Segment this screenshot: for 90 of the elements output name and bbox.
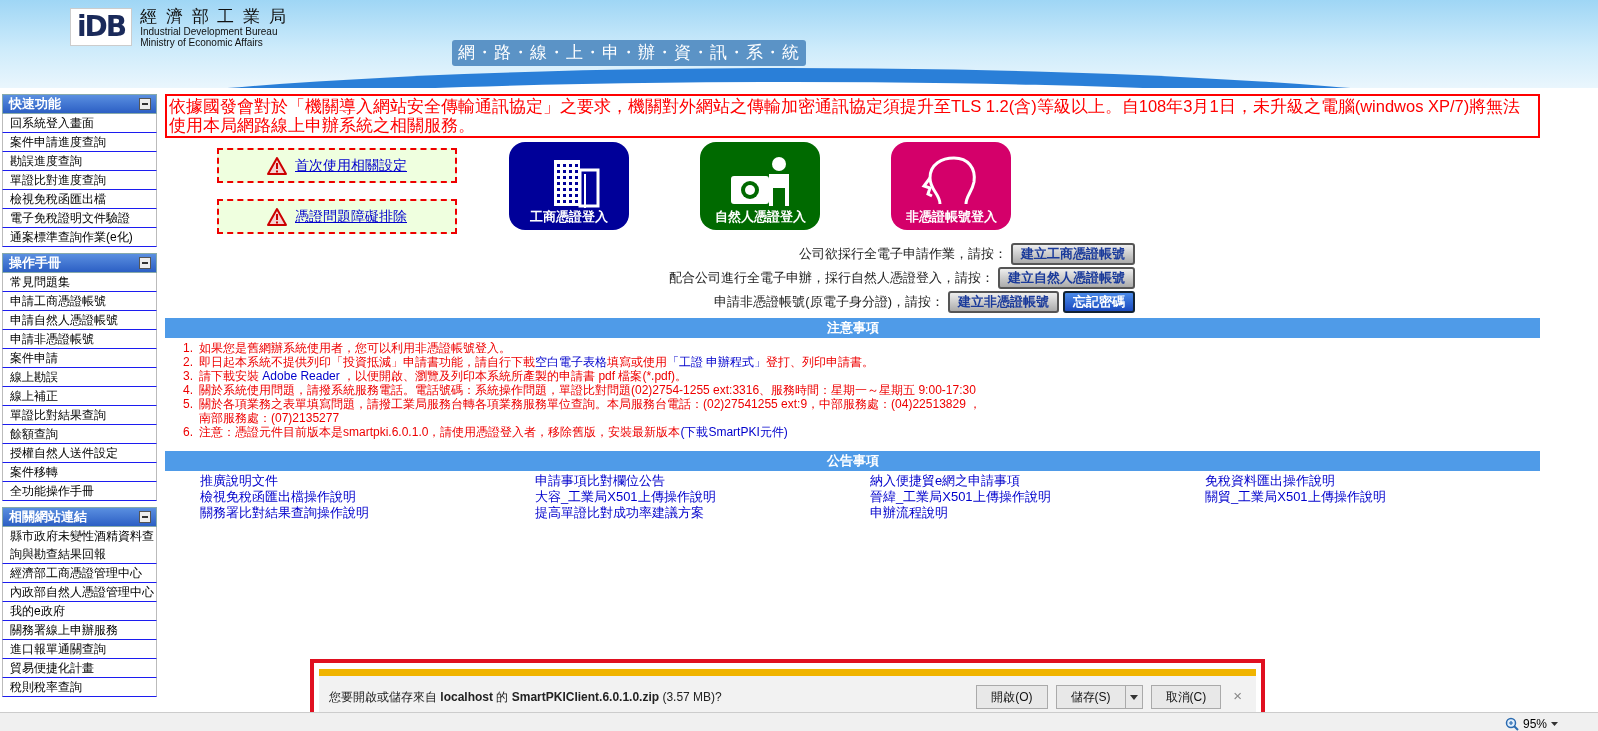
sidebar-link[interactable]: 申請自然人憑證帳號 (2, 311, 157, 330)
sidebar-link[interactable]: 線上勘誤 (2, 368, 157, 387)
prompt-text: 配合公司進行全電子申辦，採行自然人憑證登入，請按： (669, 269, 994, 288)
sidebar-link[interactable]: 餘額查詢 (2, 425, 157, 444)
prompt-text: 公司欲採行全電子申請作業，請按： (799, 245, 1007, 264)
sidebar-link[interactable]: 授權自然人送件設定 (2, 444, 157, 463)
notice-text: 依據國發會對於「機關導入網站安全傳輸通訊協定」之要求，機關對外網站之傳輸加密通訊協定須提升至TLS 1.2(含)等級以上。自108年3月1日，未升級之電腦(windwos XP/7)將無法使用本局網路線上申辦系統之相關服務。 (165, 94, 1540, 138)
note-text: 如果您是舊網辦系統使用者，您可以利用非憑證帳號登入。 (199, 341, 511, 355)
announcement-link[interactable]: 推廣說明文件 (200, 473, 535, 489)
warning-icon (267, 207, 287, 226)
note-text: 請下載安裝 Adobe Reader ，以便開啟、瀏覽及列印本系統所產製的申請書 pdf 檔案(*.pdf)。 (199, 369, 688, 383)
sidebar-link[interactable]: 常見問題集 (2, 273, 157, 292)
note-text: 即日起本系統不提供列印「投資抵減」申請書功能，請自行下載空白電子表格填寫或使用「工證 申辦程式」登打、列印申請書。 (199, 355, 875, 369)
announcement-link[interactable]: 申辦流程說明 (870, 505, 1205, 521)
sidebar-link[interactable]: 案件申請 (2, 349, 157, 368)
caret-icon (1129, 694, 1138, 700)
list-number: 5. (183, 397, 193, 413)
section-title-bar: 公告事項 (165, 451, 1540, 471)
section-title: 相關網站連結 (9, 508, 87, 526)
section-title: 操作手冊 (9, 254, 61, 272)
sidebar-link[interactable]: 單證比對結果查詢 (2, 406, 157, 425)
section-title: 快速功能 (9, 95, 61, 113)
collapse-icon[interactable] (139, 257, 151, 269)
sidebar-link[interactable]: 關務署線上申辦服務 (2, 621, 157, 640)
announcement-link[interactable]: 關貿_工業局X501上傳操作說明 (1205, 489, 1540, 505)
download-action-button[interactable]: 取消(C) (1150, 684, 1222, 709)
download-message: 您要開啟或儲存來自 localhost 的 SmartPKIClient.6.0.1.0.zip (3.57 MB)? (329, 688, 723, 706)
help-link[interactable]: 首次使用相關設定 (217, 148, 457, 183)
list-number: 4. (183, 383, 193, 397)
account-button[interactable]: 建立非憑證帳號 (948, 291, 1059, 313)
sidebar-link[interactable]: 進口報單通關查詢 (2, 640, 157, 659)
sidebar-link[interactable]: 內政部自然人憑證管理中心 (2, 583, 157, 602)
note-text: 關於系統使用問題，請撥系統服務電話。電話號碼：系統操作問題，單證比對問題(02)2754-1255 ext:3316、服務時間：星期一～星期五 9:00-17:30 (199, 383, 976, 397)
sidebar-link[interactable]: 電子免稅證明文件驗證 (2, 209, 157, 228)
save-button[interactable]: 儲存(S) (1055, 684, 1126, 709)
warning-icon (267, 156, 287, 175)
sidebar-link[interactable]: 檢視免稅函匯出檔 (2, 190, 157, 209)
note-text: 關於各項業務之表單填寫問題，請撥工業局服務台轉各項業務服務單位查詢。本局服務台電話：(02)27541255 ext:9，中部服務處：(04)22513829 ， 南部服務處：(07)2135277 (199, 397, 982, 425)
list-number: 2. (183, 355, 193, 369)
collapse-icon[interactable] (139, 511, 151, 523)
sidebar-link[interactable]: 案件移轉 (2, 463, 157, 482)
account-button[interactable]: 建立工商憑證帳號 (1011, 243, 1135, 265)
list-number: 1. (183, 341, 193, 355)
sidebar-link[interactable]: 縣市政府未變性酒精資料查詢與勘查結果回報 (2, 527, 157, 564)
sidebar-link[interactable]: 回系統登入畫面 (2, 114, 157, 133)
download-action-button[interactable]: 開啟(O) (976, 684, 1048, 709)
collapse-icon[interactable] (139, 98, 151, 110)
zoom-icon (1504, 717, 1519, 731)
prompt-text: 申請非憑證帳號(原電子身分證)，請按： (714, 293, 944, 312)
sidebar-link[interactable]: 勘誤進度查詢 (2, 152, 157, 171)
list-number: 3. (183, 369, 193, 383)
announcement-link[interactable]: 檢視免稅函匯出檔操作說明 (200, 489, 535, 505)
note-link[interactable]: (下載SmartPKI元件) (680, 425, 788, 439)
login-tile[interactable]: 非憑證帳號登入 (891, 142, 1011, 230)
announcement-link[interactable]: 關務署比對結果查詢操作說明 (200, 505, 535, 521)
login-tile[interactable]: 自然人憑證登入 (700, 142, 820, 230)
sidebar-link[interactable]: 單證比對進度查詢 (2, 171, 157, 190)
sidebar-link[interactable]: 貿易便捷化計畫 (2, 659, 157, 678)
note-link[interactable]: 空白電子表格 (535, 355, 607, 369)
org-name-english: Ministry of Economic Affairs (140, 37, 264, 48)
sidebar-link[interactable]: 案件申請進度查詢 (2, 133, 157, 152)
list-number: 6. (183, 425, 193, 439)
announcement-link[interactable]: 免稅資料匯出操作說明 (1205, 473, 1540, 489)
note-link[interactable]: Adobe Reader (262, 369, 340, 383)
announcement-link[interactable]: 納入便捷貿e網之申請事項 (870, 473, 1205, 489)
announcement-link[interactable]: 申請事項比對欄位公告 (535, 473, 870, 489)
announcement-link[interactable]: 晉緯_工業局X501上傳操作說明 (870, 489, 1205, 505)
caret-icon (1551, 722, 1558, 726)
sidebar-link[interactable]: 申請工商憑證帳號 (2, 292, 157, 311)
sidebar-link[interactable]: 我的e政府 (2, 602, 157, 621)
org-name: 經 濟 部 工 業 局 (140, 8, 288, 26)
sidebar-link[interactable]: 線上補正 (2, 387, 157, 406)
sidebar-link[interactable]: 全功能操作手冊 (2, 482, 157, 501)
org-name-english: Industrial Development Bureau (140, 26, 279, 37)
sidebar-link[interactable]: 申請非憑證帳號 (2, 330, 157, 349)
note-text: 注意：憑證元件目前版本是smartpki.6.0.1.0，請使用憑證登入者，移除舊版，安裝最新版本(下載SmartPKI元件) (199, 425, 788, 439)
help-link[interactable]: 憑證問題障礙排除 (217, 199, 457, 234)
announcement-link[interactable]: 提高單證比對成功率建議方案 (535, 505, 870, 521)
note-link[interactable]: 「工證 申辦程式」 (667, 355, 767, 369)
sidebar-link[interactable]: 經濟部工商憑證管理中心 (2, 564, 157, 583)
account-button[interactable]: 建立自然人憑證帳號 (998, 267, 1135, 289)
logo: iDB (70, 8, 133, 46)
zoom-control[interactable]: 95% (1498, 714, 1564, 731)
announcement-link[interactable]: 大容_工業局X501上傳操作說明 (535, 489, 870, 505)
section-title-bar: 注意事項 (165, 318, 1540, 338)
login-tile[interactable]: 工商憑證登入 (509, 142, 629, 230)
sidebar-link[interactable]: 稅則稅率查詢 (2, 678, 157, 697)
account-button[interactable]: 忘記密碼 (1063, 291, 1135, 313)
sidebar-link[interactable]: 通案標準查詢作業(e化) (2, 228, 157, 247)
system-title: 網・路・線・上・申・辦・資・訊・系・統 (452, 40, 806, 66)
